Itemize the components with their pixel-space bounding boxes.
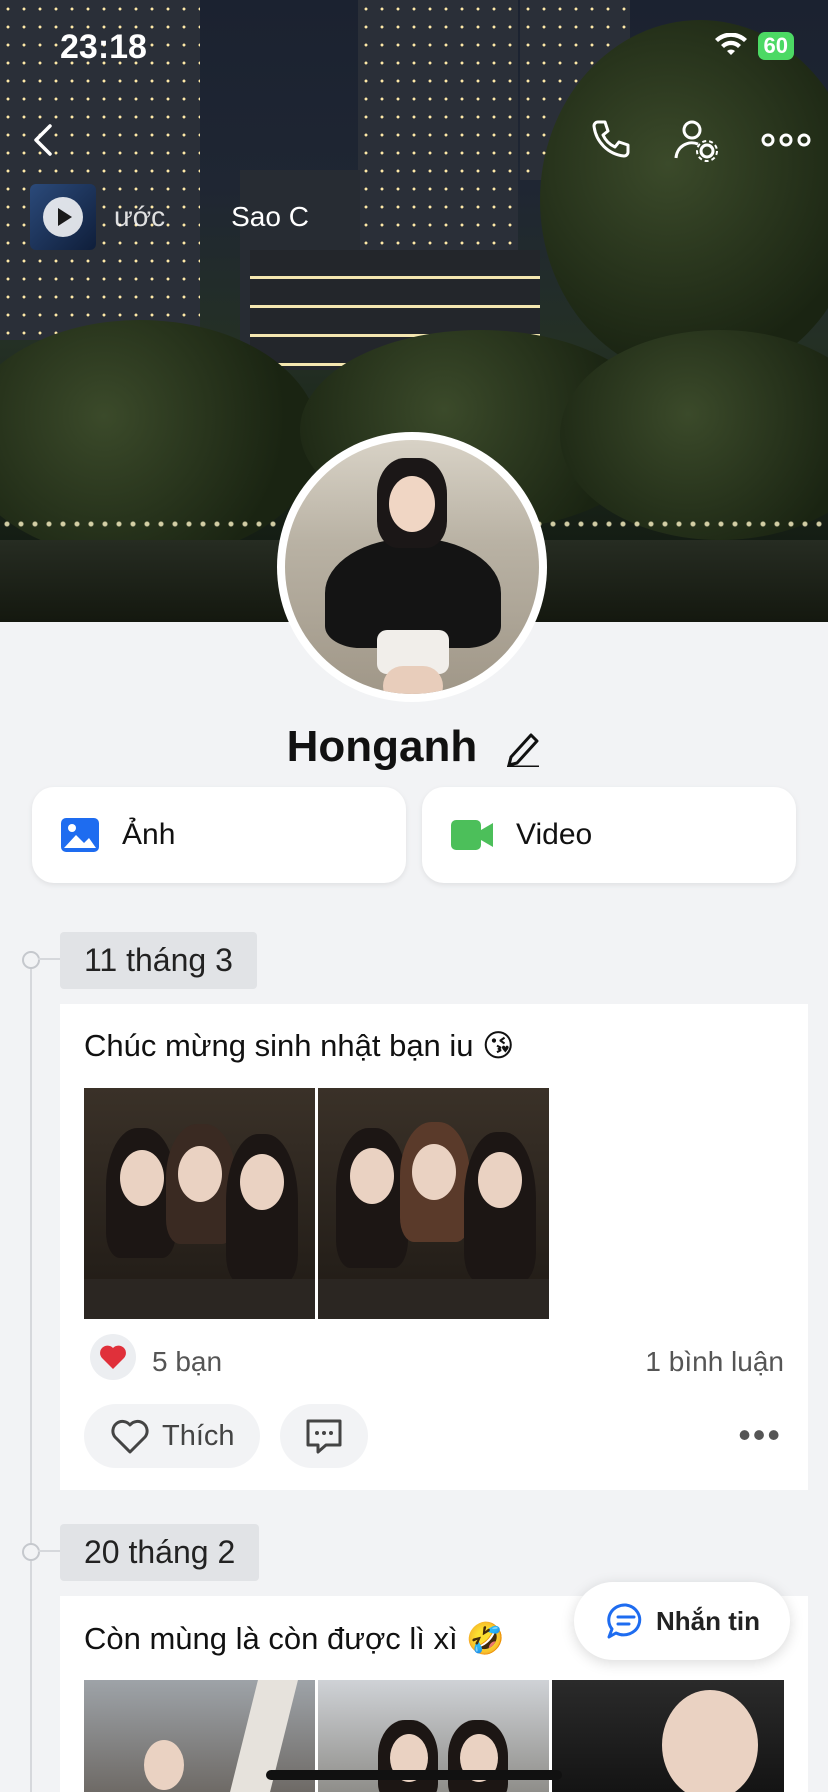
photos-button[interactable]: Ảnh [32, 787, 406, 883]
profile-name-text: Honganh [286, 722, 478, 771]
reaction-count[interactable]: 5 bạn [152, 1346, 222, 1378]
heart-outline-icon [111, 1419, 149, 1454]
like-button[interactable]: Thích [84, 1404, 260, 1468]
avatar[interactable] [277, 432, 547, 702]
play-icon[interactable] [43, 197, 83, 237]
profile-settings-icon[interactable] [672, 116, 720, 164]
timeline-dash [38, 1550, 60, 1552]
photo-icon [61, 818, 99, 852]
battery-indicator: 60 [757, 32, 794, 60]
status-icons: 60 [714, 32, 794, 60]
music-track-title: ước [114, 201, 166, 232]
message-button-label: Nhắn tin [656, 1605, 760, 1636]
phone-icon[interactable] [586, 116, 634, 164]
comment-count[interactable]: 1 bình luận [645, 1346, 784, 1378]
chat-bubble-icon [607, 1603, 642, 1639]
post-photo[interactable] [84, 1088, 315, 1319]
like-label: Thích [162, 1419, 235, 1452]
reaction-heart-icon[interactable] [90, 1334, 136, 1380]
comment-icon [306, 1419, 342, 1454]
status-time: 23:18 [60, 28, 147, 66]
post-photo[interactable] [552, 1680, 784, 1792]
home-indicator[interactable] [266, 1770, 562, 1780]
edit-pencil-icon[interactable] [505, 727, 541, 767]
post-date: 11 tháng 3 [60, 932, 257, 989]
comment-button[interactable] [280, 1404, 368, 1468]
post-photo[interactable] [318, 1088, 549, 1319]
wifi-icon [714, 33, 747, 55]
videos-button[interactable]: Video [422, 787, 796, 883]
message-button[interactable]: Nhắn tin [574, 1582, 790, 1660]
photos-label: Ảnh [122, 818, 176, 851]
avatar-image [285, 440, 539, 694]
building [358, 0, 518, 250]
post-date: 20 tháng 2 [60, 1524, 260, 1581]
more-icon[interactable] [760, 116, 812, 164]
post-more-icon[interactable]: ••• [738, 1414, 782, 1456]
profile-name: Honganh [0, 722, 828, 772]
post-text: Chúc mừng sinh nhật bạn iu 😘 [84, 1028, 515, 1063]
music-track-title: Sao C [231, 201, 309, 232]
timeline-dot [22, 951, 40, 969]
videos-label: Video [516, 818, 593, 851]
back-icon[interactable] [22, 116, 70, 164]
video-camera-icon [451, 820, 493, 850]
post-text: Còn mùng là còn được lì xì 🤣 [84, 1621, 505, 1656]
timeline-line [30, 958, 32, 1792]
timeline-dash [38, 958, 60, 960]
profile-music[interactable]: ước Sao C [30, 184, 309, 250]
post-card[interactable]: Chúc mừng sinh nhật bạn iu 😘 5 bạn 1 bìn… [60, 1004, 808, 1490]
timeline-dot [22, 1543, 40, 1561]
album-art[interactable] [30, 184, 96, 250]
